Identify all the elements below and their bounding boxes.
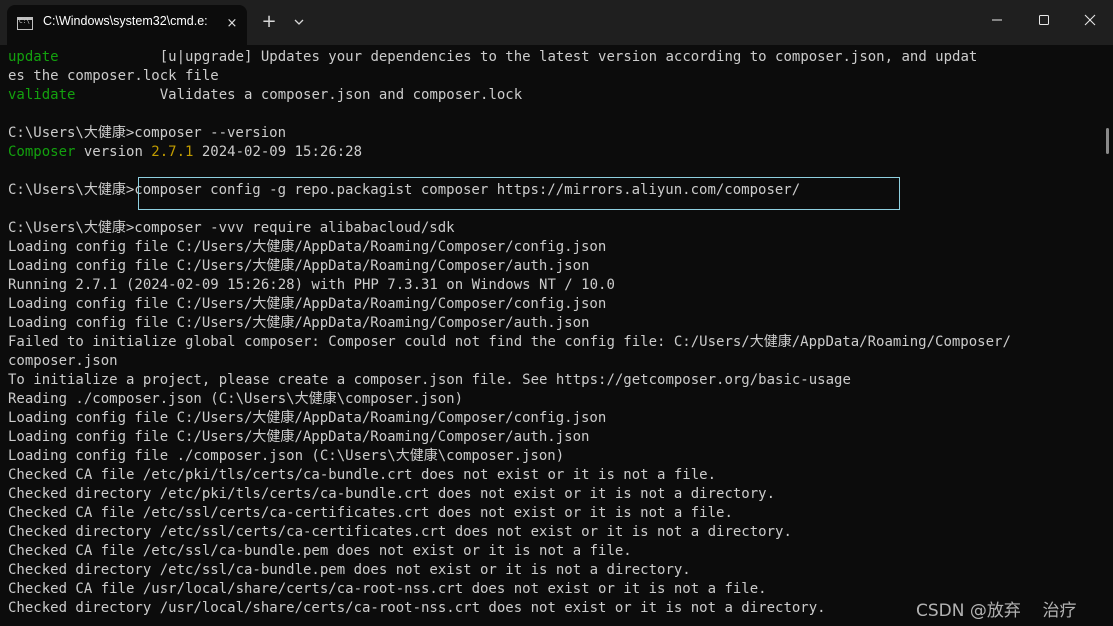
output-line: Checked CA file /usr/local/share/certs/c…: [8, 581, 767, 597]
terminal-tab[interactable]: C:\ C:\Windows\system32\cmd.e: ×: [7, 5, 247, 45]
terminal-line: validate Validates a composer.json and c…: [8, 86, 522, 105]
title-bar: C:\ C:\Windows\system32\cmd.e: × +: [0, 0, 1113, 45]
prompt-line: C:\Users\大健康>composer --version: [8, 125, 287, 141]
new-tab-icon[interactable]: +: [259, 12, 279, 32]
terminal-line: update [u|upgrade] Updates your dependen…: [8, 48, 977, 67]
output-line: Loading config file C:/Users/大健康/AppData…: [8, 315, 590, 331]
output-line: Checked CA file /etc/ssl/ca-bundle.pem d…: [8, 543, 632, 559]
output-line: Running 2.7.1 (2024-02-09 15:26:28) with…: [8, 277, 615, 293]
output-line: Loading config file C:/Users/大健康/AppData…: [8, 410, 607, 426]
scrollbar-thumb[interactable]: [1106, 128, 1109, 154]
output-line: Checked CA file /etc/pki/tls/certs/ca-bu…: [8, 467, 717, 483]
command-description: [u|upgrade] Updates your dependencies to…: [159, 49, 978, 65]
composer-name: Composer: [8, 144, 76, 160]
maximize-icon[interactable]: [1021, 0, 1067, 40]
close-icon[interactable]: [1067, 0, 1113, 40]
output-line: Loading config file ./composer.json (C:\…: [8, 448, 565, 464]
output-line: Loading config file C:/Users/大健康/AppData…: [8, 258, 590, 274]
output-line: Reading ./composer.json (C:\Users\大健康\co…: [8, 391, 464, 407]
prompt-path: C:\Users\大健康: [8, 182, 126, 198]
version-date: 2024-02-09 15:26:28: [193, 144, 363, 160]
output-line: Loading config file C:/Users/大健康/AppData…: [8, 239, 607, 255]
output-line: Loading config file C:/Users/大健康/AppData…: [8, 296, 607, 312]
output-line: Checked directory /etc/pki/tls/certs/ca-…: [8, 486, 776, 502]
terminal-output[interactable]: update [u|upgrade] Updates your dependen…: [0, 45, 1113, 626]
version-line: Composer version 2.7.1 2024-02-09 15:26:…: [8, 143, 362, 162]
command-name: validate: [8, 87, 76, 103]
output-line: Loading config file C:/Users/大健康/AppData…: [8, 429, 590, 445]
minimize-icon[interactable]: [974, 0, 1020, 40]
command-highlight-box: [138, 177, 900, 210]
output-line: Checked directory /etc/ssl/certs/ca-cert…: [8, 524, 792, 540]
output-line: Checked CA file /etc/ssl/certs/ca-certif…: [8, 505, 733, 521]
tab-close-icon[interactable]: ×: [222, 14, 242, 34]
tab-title: C:\Windows\system32\cmd.e:: [43, 14, 208, 28]
terminal-line: es the composer.lock file: [8, 68, 219, 84]
command-name: update: [8, 49, 59, 65]
command-description: Validates a composer.json and composer.l…: [159, 87, 523, 103]
prompt-line: C:\Users\大健康>composer -vvv require aliba…: [8, 220, 455, 236]
output-line: To initialize a project, please create a…: [8, 372, 851, 388]
output-line: Failed to initialize global composer: Co…: [8, 334, 1011, 350]
output-line: Checked directory /usr/local/share/certs…: [8, 600, 826, 616]
output-line: composer.json: [8, 353, 118, 369]
version-word: version: [75, 144, 152, 160]
chevron-down-icon[interactable]: [289, 12, 309, 32]
output-line: Checked directory /etc/ssl/ca-bundle.pem…: [8, 562, 691, 578]
version-number: 2.7.1: [151, 144, 194, 160]
cmd-icon: C:\: [17, 17, 33, 30]
watermark: CSDN @放弃 治疗: [916, 601, 1077, 621]
